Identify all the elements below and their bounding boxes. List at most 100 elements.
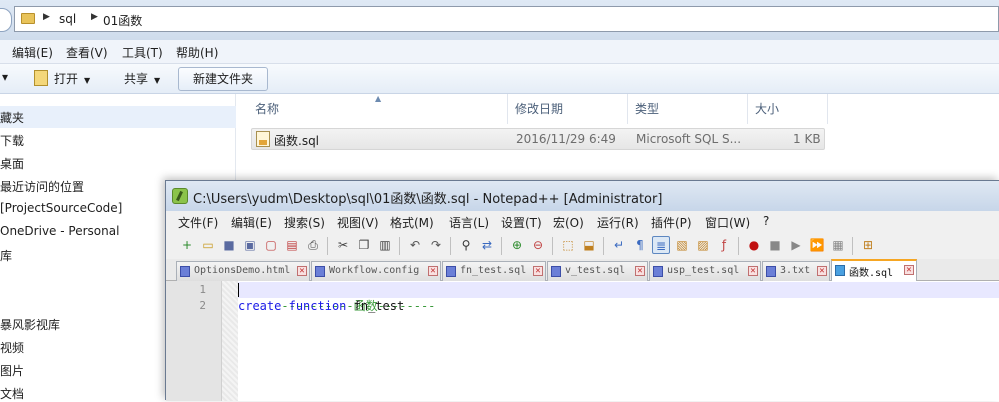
npp-menu-format[interactable]: 格式(M) [390, 214, 434, 231]
file-icon [180, 266, 190, 277]
back-button[interactable] [0, 8, 12, 32]
address-box[interactable]: ▶ sql ▶ 01函数 [14, 6, 999, 32]
column-name[interactable]: 名称 [255, 100, 279, 117]
copy-icon[interactable]: ❐ [355, 236, 373, 254]
column-divider[interactable] [747, 94, 748, 124]
record-macro-icon[interactable]: ● [745, 236, 763, 254]
code-line-1[interactable]: ----------函数-------- [238, 282, 999, 313]
tab-hanshu-sql[interactable]: 函数.sql ✕ [831, 259, 917, 281]
tab-usp-test-sql[interactable]: usp_test.sql ✕ [649, 261, 761, 281]
nav-item-documents[interactable]: 文档 [0, 385, 24, 402]
column-size[interactable]: 大小 [755, 100, 779, 117]
new-folder-button[interactable]: 新建文件夹 [178, 67, 268, 91]
npp-menu-view[interactable]: 视图(V) [337, 214, 379, 231]
sync-horizontal-icon[interactable]: ⬓ [580, 236, 598, 254]
share-button[interactable]: 共享 ▼ [124, 70, 160, 87]
close-icon[interactable]: ✕ [428, 266, 438, 276]
close-file-icon[interactable]: ▢ [262, 236, 280, 254]
close-icon[interactable]: ✕ [297, 266, 307, 276]
tab-3-txt[interactable]: 3.txt ✕ [762, 261, 830, 281]
column-divider[interactable] [507, 94, 508, 124]
cut-icon[interactable]: ✂ [334, 236, 352, 254]
npp-menu-file[interactable]: 文件(F) [178, 214, 218, 231]
nav-item-desktop[interactable]: 桌面 [0, 155, 24, 172]
tab-workflow-config[interactable]: Workflow.config ✕ [311, 261, 441, 281]
code-line-2[interactable]: create function fn_test [238, 298, 404, 314]
breadcrumb-item-01[interactable]: 01函数 [103, 12, 142, 29]
stop-macro-icon[interactable]: ■ [766, 236, 784, 254]
paste-icon[interactable]: ▥ [376, 236, 394, 254]
word-wrap-icon[interactable]: ↵ [610, 236, 628, 254]
close-icon[interactable]: ✕ [904, 265, 914, 275]
column-type[interactable]: 类型 [635, 100, 659, 117]
close-icon[interactable]: ✕ [635, 266, 645, 276]
nav-item-recent[interactable]: 最近访问的位置 [0, 178, 84, 195]
new-file-icon[interactable]: + [178, 236, 196, 254]
nav-item-videos[interactable]: 视频 [0, 339, 24, 356]
replace-icon[interactable]: ⇄ [478, 236, 496, 254]
nav-item-project-source[interactable]: [ProjectSourceCode] [0, 201, 122, 215]
npp-menu-help[interactable]: ? [763, 214, 769, 228]
undo-icon[interactable]: ↶ [406, 236, 424, 254]
toolbar-separator [327, 237, 328, 255]
close-icon[interactable]: ✕ [748, 266, 758, 276]
column-divider[interactable] [627, 94, 628, 124]
user-language-icon[interactable]: ▧ [673, 236, 691, 254]
tab-optionsdemo-html[interactable]: OptionsDemo.html ✕ [176, 261, 310, 281]
npp-menu-edit[interactable]: 编辑(E) [231, 214, 272, 231]
npp-menu-language[interactable]: 语言(L) [449, 214, 489, 231]
doc-map-icon[interactable]: ▨ [694, 236, 712, 254]
chevron-down-icon[interactable]: ▾ [2, 70, 8, 84]
nav-item-favorites[interactable]: 藏夹 [0, 106, 236, 128]
save-all-icon[interactable]: ▣ [241, 236, 259, 254]
open-button[interactable]: 打开 ▼ [54, 70, 90, 87]
address-bar: ▶ sql ▶ 01函数 [0, 0, 999, 40]
npp-title-bar[interactable]: C:\Users\yudm\Desktop\sql\01函数\函数.sql - … [166, 181, 999, 211]
redo-icon[interactable]: ↷ [427, 236, 445, 254]
sql-file-icon [256, 131, 270, 147]
fold-margin[interactable] [222, 281, 238, 401]
indent-guide-icon[interactable]: ≣ [652, 236, 670, 254]
npp-menu-macro[interactable]: 宏(O) [553, 214, 584, 231]
npp-menu-search[interactable]: 搜索(S) [284, 214, 325, 231]
npp-menu-run[interactable]: 运行(R) [597, 214, 639, 231]
zoom-out-icon[interactable]: ⊖ [529, 236, 547, 254]
line-number-gutter: 1 2 [166, 281, 222, 401]
save-icon[interactable]: ■ [220, 236, 238, 254]
npp-window-title: C:\Users\yudm\Desktop\sql\01函数\函数.sql - … [193, 192, 663, 207]
npp-menu-plugins[interactable]: 插件(P) [651, 214, 692, 231]
close-icon[interactable]: ✕ [817, 266, 827, 276]
menu-help[interactable]: 帮助(H) [176, 44, 218, 61]
nav-item-pictures[interactable]: 图片 [0, 362, 24, 379]
play-macro-icon[interactable]: ▶ [787, 236, 805, 254]
print-icon[interactable]: ⎙ [304, 236, 322, 254]
zoom-in-icon[interactable]: ⊕ [508, 236, 526, 254]
npp-menu-settings[interactable]: 设置(T) [501, 214, 542, 231]
sync-vertical-icon[interactable]: ⬚ [559, 236, 577, 254]
npp-menu-window[interactable]: 窗口(W) [705, 214, 750, 231]
tab-v-test-sql[interactable]: v_test.sql ✕ [547, 261, 648, 281]
nav-item-downloads[interactable]: 下载 [0, 132, 24, 149]
file-row[interactable]: 函数.sql 2016/11/29 6:49 Microsoft SQL S..… [251, 128, 825, 150]
column-modified[interactable]: 修改日期 [515, 100, 563, 117]
nav-item-onedrive[interactable]: OneDrive - Personal [0, 224, 119, 238]
find-icon[interactable]: ⚲ [457, 236, 475, 254]
code-editor[interactable]: 1 2 ----------函数-------- create function… [166, 281, 999, 401]
close-icon[interactable]: ✕ [533, 266, 543, 276]
menu-edit[interactable]: 编辑(E) [12, 44, 53, 61]
menu-view[interactable]: 查看(V) [66, 44, 108, 61]
function-list-icon[interactable]: ƒ [715, 236, 733, 254]
nav-item-baofeng[interactable]: 暴风影视库 [0, 316, 60, 333]
command-bar: ▾ 打开 ▼ 共享 ▼ 新建文件夹 [0, 64, 999, 94]
nav-item-libraries[interactable]: 库 [0, 247, 12, 264]
plugin-icon[interactable]: ⊞ [859, 236, 877, 254]
open-file-icon[interactable]: ▭ [199, 236, 217, 254]
breadcrumb-item-sql[interactable]: sql [59, 12, 76, 26]
save-macro-icon[interactable]: ▦ [829, 236, 847, 254]
column-divider[interactable] [827, 94, 828, 124]
run-macro-multiple-icon[interactable]: ⏩ [808, 236, 826, 254]
menu-tools[interactable]: 工具(T) [122, 44, 163, 61]
close-all-icon[interactable]: ▤ [283, 236, 301, 254]
tab-fn-test-sql[interactable]: fn_test.sql ✕ [442, 261, 546, 281]
show-all-chars-icon[interactable]: ¶ [631, 236, 649, 254]
